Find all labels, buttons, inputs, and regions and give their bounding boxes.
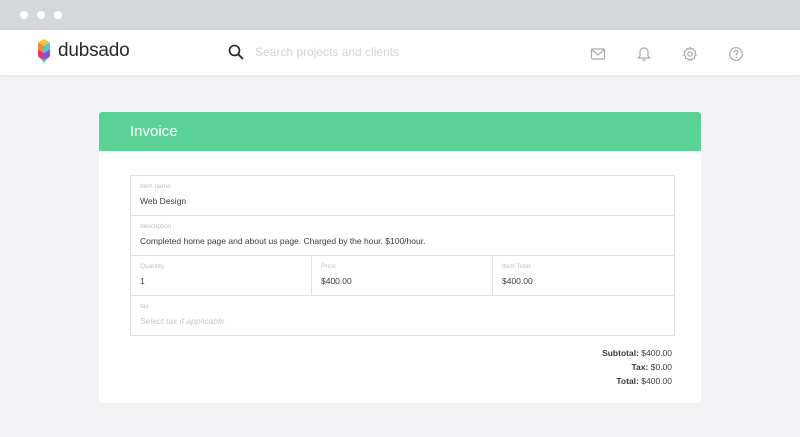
item-name-value: Web Design	[140, 196, 187, 206]
gear-icon[interactable]	[682, 46, 698, 62]
top-navigation-bar: dubsado	[0, 30, 800, 76]
invoice-header: Invoice	[99, 112, 701, 151]
tax-total-label: Tax:	[631, 362, 649, 372]
invoice-title: Invoice	[130, 123, 178, 140]
tax-row: Tax: $0.00	[631, 362, 672, 372]
description-field[interactable]: description Completed home page and abou…	[130, 215, 675, 256]
item-name-label: Item name	[140, 183, 171, 190]
description-value: Completed home page and about us page. C…	[140, 236, 426, 246]
subtotal-row: Subtotal: $400.00	[602, 348, 672, 358]
tax-field[interactable]: tax Select tax if applicable	[130, 295, 675, 336]
search-input[interactable]	[255, 45, 515, 59]
price-label: Price	[321, 263, 336, 270]
price-field[interactable]: Price $400.00	[311, 255, 493, 296]
tax-placeholder: Select tax if applicable	[140, 316, 225, 326]
quantity-field[interactable]: Quantity 1	[130, 255, 312, 296]
window-maximize-dot[interactable]	[54, 11, 62, 19]
quantity-value: 1	[140, 276, 145, 286]
item-total-label: Item Total	[502, 263, 531, 270]
total-label: Total:	[616, 376, 639, 386]
total-value: $400.00	[641, 376, 672, 386]
subtotal-label: Subtotal:	[602, 348, 639, 358]
item-total-field: Item Total $400.00	[492, 255, 675, 296]
help-icon[interactable]	[728, 46, 744, 62]
app-logo[interactable]: dubsado	[36, 39, 130, 63]
total-row: Total: $400.00	[616, 376, 672, 386]
search-icon[interactable]	[228, 44, 244, 60]
dubsado-logo-icon	[38, 39, 50, 63]
description-label: description	[140, 223, 172, 230]
item-name-field[interactable]: Item name Web Design	[130, 175, 675, 216]
tax-total-value: $0.00	[650, 362, 672, 372]
invoice-card: Invoice Item name Web Design description…	[99, 112, 701, 403]
browser-chrome	[0, 0, 800, 30]
quantity-label: Quantity	[140, 263, 165, 270]
mail-icon[interactable]	[590, 46, 606, 62]
item-total-value: $400.00	[502, 276, 533, 286]
search-bar	[228, 44, 515, 60]
logo-text: dubsado	[58, 40, 130, 61]
tax-label: tax	[140, 303, 149, 310]
price-value: $400.00	[321, 276, 352, 286]
subtotal-value: $400.00	[641, 348, 672, 358]
bell-icon[interactable]	[636, 46, 652, 62]
window-minimize-dot[interactable]	[37, 11, 45, 19]
window-close-dot[interactable]	[20, 11, 28, 19]
